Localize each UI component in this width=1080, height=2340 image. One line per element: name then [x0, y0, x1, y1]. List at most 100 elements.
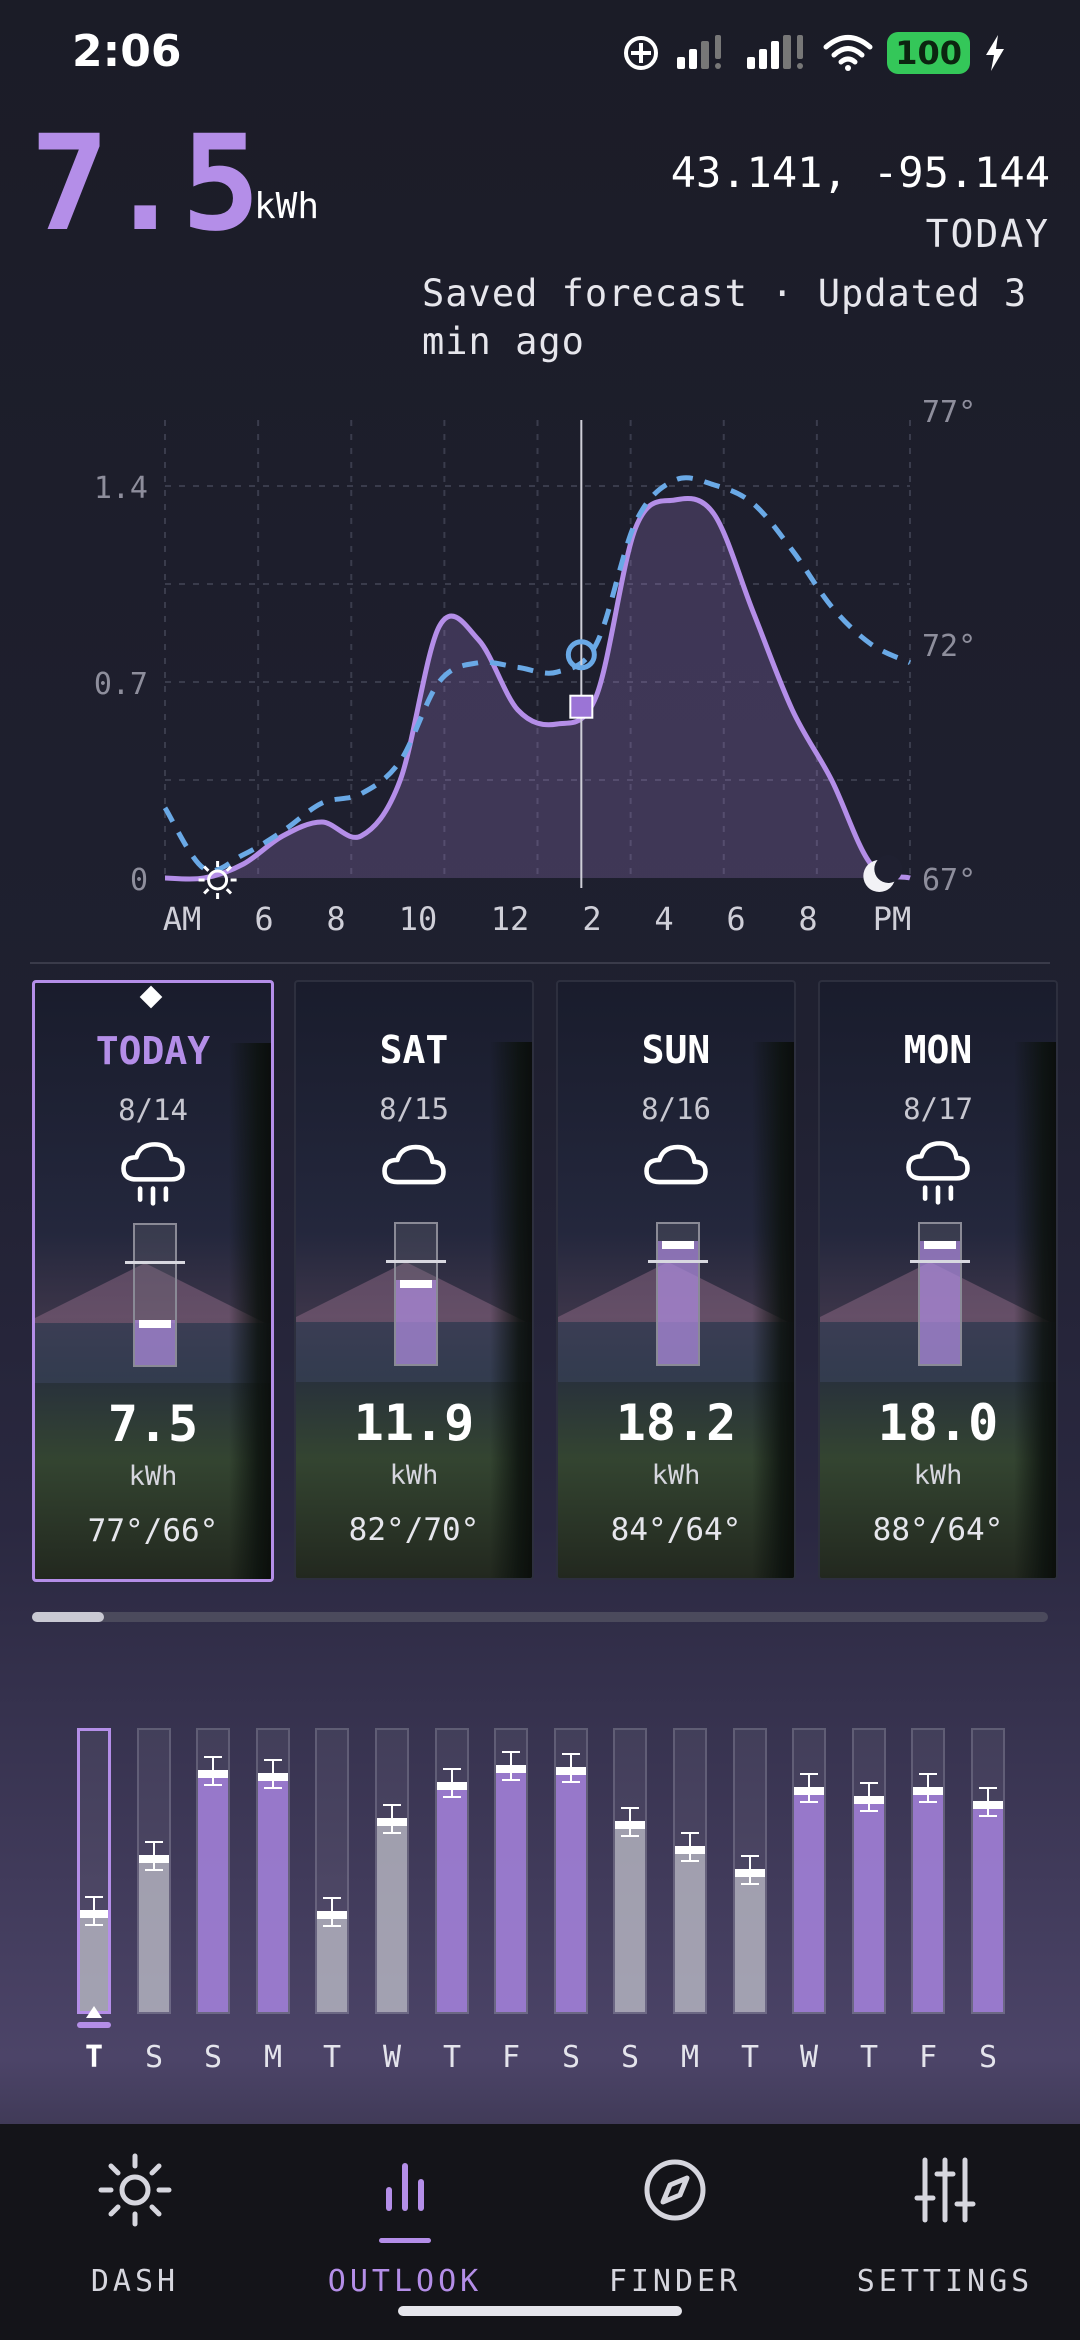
outlook-bar-label: F — [918, 2040, 938, 2075]
day-cards-scrollbar[interactable] — [32, 1612, 1048, 1622]
nav-outlook[interactable]: OUTLOOK — [270, 2150, 540, 2299]
day-date: 8/14 — [118, 1093, 188, 1127]
outlook-bar-error — [85, 1896, 103, 1927]
day-kwh-unit: kWh — [389, 1460, 439, 1491]
nav-dash[interactable]: DASH — [0, 2150, 270, 2299]
cloud-icon — [644, 1144, 708, 1185]
outlook-bar-label: T — [322, 2040, 342, 2075]
outlook-bar[interactable] — [315, 1728, 349, 2014]
outlook-bar[interactable] — [196, 1728, 230, 2014]
current-production-marker — [569, 694, 594, 719]
outlook-bar[interactable] — [911, 1728, 945, 2014]
day-production-gauge — [386, 1222, 446, 1366]
x-tick-label: 8 — [326, 900, 345, 938]
outlook-bar-label: F — [501, 2040, 521, 2075]
x-tick-label: AM — [163, 900, 202, 938]
day-name: SAT — [379, 1028, 449, 1072]
selected-day-label: TODAY — [925, 212, 1050, 256]
home-indicator[interactable] — [398, 2306, 682, 2316]
selected-day-marker — [139, 985, 163, 1009]
scrollbar-thumb[interactable] — [32, 1612, 104, 1622]
outlook-bar[interactable] — [852, 1728, 886, 2014]
nav-finder[interactable]: FINDER — [540, 2150, 810, 2299]
y-axis-right-labels: 67° 72° 77° — [922, 400, 976, 898]
outlook-bar[interactable] — [375, 1728, 409, 2014]
gauge-average-line — [648, 1260, 708, 1264]
cloud-icon — [382, 1144, 446, 1185]
location-coordinates[interactable]: 43.141, -95.144 — [671, 148, 1050, 197]
outlook-bar[interactable] — [613, 1728, 647, 2014]
gauge-value-mark — [400, 1280, 432, 1288]
outlook-bar-error — [741, 1855, 759, 1885]
outlook-bar-fill — [139, 1856, 169, 2012]
gauge-value-mark — [662, 1240, 694, 1249]
outlook-bar[interactable] — [733, 1728, 767, 2014]
nav-settings[interactable]: SETTINGS — [810, 2150, 1080, 2299]
day-card-mon[interactable]: MON 8/17 18.0 kWh 88°/64° — [818, 980, 1058, 1580]
day-date: 8/16 — [641, 1092, 711, 1126]
day-kwh-value: 18.2 — [615, 1394, 737, 1452]
outlook-bar-fill — [556, 1769, 586, 2012]
nav-active-indicator — [379, 2238, 431, 2243]
x-tick-label: 10 — [399, 900, 438, 938]
outlook-bar-fill — [854, 1797, 884, 2012]
day-kwh-value: 18.0 — [877, 1394, 999, 1452]
signal-icon-2 — [747, 35, 804, 69]
outlook-bar[interactable] — [494, 1728, 528, 2014]
gauge-average-line — [125, 1261, 185, 1265]
y-axis-left-labels: 0 0.7 1.4 — [94, 471, 148, 898]
outlook-bar-label: M — [263, 2040, 283, 2075]
outlook-bar-label: T — [442, 2040, 462, 2075]
outlook-bar-fill — [377, 1820, 407, 2012]
outlook-bar[interactable] — [137, 1728, 171, 2014]
outlook-bar-label: T — [859, 2040, 879, 2075]
day-card-sun[interactable]: SUN 8/16 18.2 kWh 84°/64° — [556, 980, 796, 1580]
nav-outlook-label: OUTLOOK — [327, 2264, 483, 2299]
outlook-bar-label: S — [978, 2040, 998, 2075]
day-temperature-range: 88°/64° — [872, 1512, 1004, 1548]
outlook-bar-fill — [735, 1871, 765, 2012]
day-temperature-range: 84°/64° — [610, 1512, 742, 1548]
outlook-bar[interactable] — [673, 1728, 707, 2014]
day-name: MON — [903, 1028, 973, 1072]
outlook-bar-label: M — [680, 2040, 700, 2075]
status-icons: 100 — [621, 30, 1006, 76]
outlook-bar[interactable] — [256, 1728, 290, 2014]
outlook-bar-error — [562, 1753, 580, 1784]
day-date: 8/15 — [379, 1092, 449, 1126]
outlook-bar-fill — [437, 1783, 467, 2012]
bar-chart-icon — [386, 2163, 424, 2211]
day-kwh-unit: kWh — [913, 1460, 963, 1491]
outlook-bar[interactable] — [971, 1728, 1005, 2014]
outlook-bar-label: S — [144, 2040, 164, 2075]
nav-finder-label: FINDER — [608, 2264, 742, 2299]
day-card-today[interactable]: TODAY 8/14 7.5 kWh 77°/66° — [32, 980, 274, 1582]
outlook-bar[interactable] — [792, 1728, 826, 2014]
outlook-bar[interactable] — [554, 1728, 588, 2014]
day-production-gauge — [648, 1222, 708, 1366]
x-tick-label: 2 — [582, 900, 601, 938]
outlook-bar-error — [502, 1750, 520, 1781]
x-tick-label: PM — [873, 900, 912, 938]
nav-dash-label: DASH — [90, 2264, 180, 2299]
outlook-bar-label: T — [740, 2040, 760, 2075]
hourly-production-chart[interactable]: 0 0.7 1.4 67° 72° 77° AM 6 8 10 12 2 4 6 8 PM — [0, 400, 1080, 960]
outlook-bar-fill — [258, 1775, 288, 2012]
outlook-bar-error — [979, 1787, 997, 1818]
day-card-sat[interactable]: SAT 8/15 11.9 kWh 82°/70° — [294, 980, 534, 1580]
battery-indicator: 100 — [887, 32, 970, 74]
daily-kwh-unit: kWh — [254, 186, 320, 227]
outlook-bar-error — [919, 1773, 937, 1804]
outlook-bar[interactable] — [77, 1728, 111, 2014]
day-kwh-value: 7.5 — [107, 1395, 199, 1453]
signal-icon — [677, 35, 722, 69]
forecast-update-note: Saved forecast · Updated 3 min ago — [422, 272, 1028, 363]
outlook-bar-error — [860, 1781, 878, 1812]
outlook-bar[interactable] — [435, 1728, 469, 2014]
rain-cloud-icon — [121, 1142, 185, 1206]
day-kwh-unit: kWh — [128, 1461, 178, 1492]
outlook-bar-label: S — [561, 2040, 581, 2075]
gauge-value-mark — [139, 1320, 171, 1329]
outlook-bar-fill — [973, 1803, 1003, 2012]
gauge-average-line — [386, 1260, 446, 1264]
